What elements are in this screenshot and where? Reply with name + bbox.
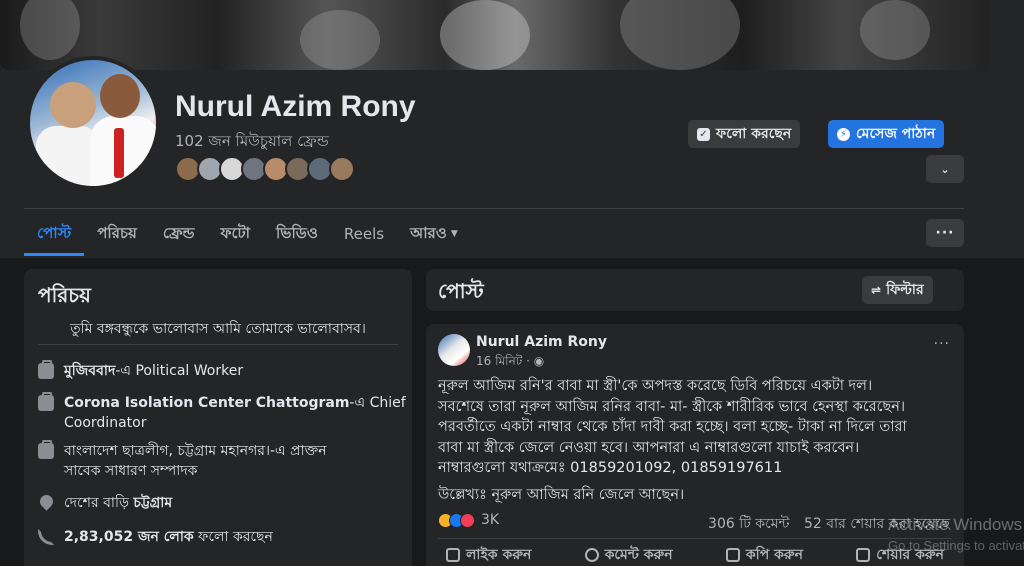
followers-suffix: ফলো করছেন <box>198 529 273 545</box>
work-1-role: -এ Political Worker <box>115 363 244 379</box>
post-options-button[interactable]: ··· <box>934 336 950 352</box>
chevron-down-icon: ⌄ <box>940 162 950 176</box>
tabs-more-button[interactable]: ··· <box>926 219 964 247</box>
cover-photo[interactable] <box>0 0 990 70</box>
link-icon <box>725 548 740 562</box>
tab-photos[interactable]: ফটো <box>208 212 264 256</box>
post-author-avatar[interactable] <box>438 334 470 366</box>
intro-title: পরিচয় <box>38 283 91 307</box>
intro-work-2: Corona Isolation Center Chattogram-এ Chi… <box>38 392 406 433</box>
work-1-place[interactable]: মুজিববাদ <box>64 363 115 379</box>
share-arrow-icon <box>856 548 871 562</box>
post-divider <box>438 538 952 539</box>
globe-icon: ◉ <box>533 354 545 368</box>
profile-name: Nurul Azim Rony <box>175 90 416 123</box>
message-label: মেসেজ পাঠান <box>856 126 936 142</box>
activate-windows-subtext: Go to Settings to activate <box>888 538 1024 553</box>
post-note: উল্লেখ্যঃ নূরুল আজিম রনি জেলে আছেন। <box>438 487 685 503</box>
post-author-name[interactable]: Nurul Azim Rony <box>476 334 607 350</box>
bio-text: তুমি বঙ্গবন্ধুকে ভালোবাস আমি তোমাকে ভালো… <box>70 321 366 337</box>
tab-videos[interactable]: ভিডিও <box>263 212 331 256</box>
comments-count[interactable]: 306 টি কমেন্ট <box>708 516 789 532</box>
caret-down-icon: ▼ <box>450 229 458 239</box>
work-2-role: -এ Chief <box>349 395 406 411</box>
sliders-icon: ⇌ <box>871 283 882 297</box>
check-icon: ✓ <box>697 127 710 141</box>
header-divider <box>24 208 964 209</box>
tab-more[interactable]: আরও ▼ <box>397 212 471 256</box>
briefcase-icon <box>38 392 54 411</box>
posts-header: পোস্ট ⇌ ফিল্টার <box>426 269 964 311</box>
post-line: বাবা মা স্ত্রীকে জেলে নেওয়া হবে। আপনারা… <box>438 439 860 456</box>
love-reaction-icon <box>460 512 475 528</box>
filter-label: ফিল্টার <box>886 282 924 298</box>
intro-card: পরিচয় তুমি বঙ্গবন্ধুকে ভালোবাস আমি তোমা… <box>24 269 412 566</box>
briefcase-icon <box>38 360 54 379</box>
graduation-icon <box>38 440 54 459</box>
hometown-place[interactable]: চট্টগ্রাম <box>133 495 172 511</box>
post-actions: লাইক করুন কমেন্ট করুন কপি করুন শেয়ার কর… <box>438 542 952 566</box>
intro-education: বাংলাদেশ ছাত্রলীগ, চট্টগ্রাম মহানগর।-এ প… <box>38 440 327 481</box>
reactions-summary[interactable]: 3K <box>438 512 499 528</box>
tab-posts[interactable]: পোস্ট <box>24 212 85 256</box>
comment-button[interactable]: কমেন্ট করুন <box>577 542 681 566</box>
reaction-count: 3K <box>481 512 500 528</box>
tab-reels[interactable]: Reels <box>331 212 397 256</box>
intro-hometown: দেশের বাড়ি চট্টগ্রাম <box>37 492 172 513</box>
activate-windows-watermark: Activate Windows <box>888 515 1023 534</box>
rss-icon <box>38 529 54 545</box>
post-text: নূরুল আজিম রনি'র বাবা মা স্ত্রী'কে অপদস্… <box>438 376 958 479</box>
education-line-1[interactable]: বাংলাদেশ ছাত্রলীগ, চট্টগ্রাম মহানগর।-এ প… <box>64 443 327 459</box>
dots-icon: ··· <box>933 336 950 352</box>
intro-divider <box>38 344 398 345</box>
post-line: পরবর্তীতে একটা নাম্বার থেকে চাঁদা দাবী ক… <box>438 419 907 435</box>
location-pin-icon <box>37 492 56 511</box>
messenger-icon: ⚡ <box>837 127 850 141</box>
mutual-friend-avatar[interactable] <box>329 156 355 182</box>
profile-tabs: পোস্ট পরিচয় ফ্রেন্ড ফটো ভিডিও Reels আরও… <box>24 212 471 256</box>
thumbs-up-icon <box>446 548 460 562</box>
post-line: নাম্বারগুলো যথাক্রমেঃ 01859201092, 01859… <box>438 460 783 476</box>
like-button[interactable]: লাইক করুন <box>438 542 539 566</box>
more-options-button[interactable]: ⌄ <box>926 155 964 183</box>
work-2-role-line2: Coordinator <box>64 415 147 431</box>
filter-button[interactable]: ⇌ ফিল্টার <box>862 276 933 304</box>
intro-followers: 2,83,052 জন লোক ফলো করছেন <box>38 527 273 547</box>
following-label: ফলো করছেন <box>716 126 792 142</box>
posts-title: পোস্ট <box>438 279 484 303</box>
message-button[interactable]: ⚡ মেসেজ পাঠান <box>828 120 945 148</box>
intro-work-1: মুজিববাদ-এ Political Worker <box>38 360 244 381</box>
work-2-place[interactable]: Corona Isolation Center Chattogram <box>64 395 349 411</box>
followers-count[interactable]: 2,83,052 জন লোক <box>64 529 194 545</box>
copy-button[interactable]: কপি করুন <box>718 542 811 566</box>
following-button[interactable]: ✓ ফলো করছেন <box>688 120 801 148</box>
post-line: সবশেষে তারা নূরুল আজিম রনির বাবা- মা- স্… <box>438 398 906 415</box>
profile-avatar[interactable] <box>26 56 160 190</box>
post-card: Nurul Azim Rony 16 মিনিট · ◉ ··· নূরুল আ… <box>426 324 964 566</box>
tab-friends[interactable]: ফ্রেন্ড <box>150 212 208 256</box>
hometown-prefix: দেশের বাড়ি <box>64 495 129 511</box>
post-timestamp[interactable]: 16 মিনিট · ◉ <box>476 353 544 373</box>
post-line: নূরুল আজিম রনি'র বাবা মা স্ত্রী'কে অপদস্… <box>438 378 873 394</box>
education-line-2: সাবেক সাধারণ সম্পাদক <box>64 463 198 479</box>
mutual-friends-count[interactable]: 102 জন মিউচুয়াল ফ্রেন্ড <box>175 130 329 155</box>
tab-about[interactable]: পরিচয় <box>84 212 150 256</box>
comment-icon <box>584 548 599 562</box>
dots-icon: ··· <box>935 225 955 241</box>
mutual-friend-avatars[interactable] <box>175 156 355 182</box>
